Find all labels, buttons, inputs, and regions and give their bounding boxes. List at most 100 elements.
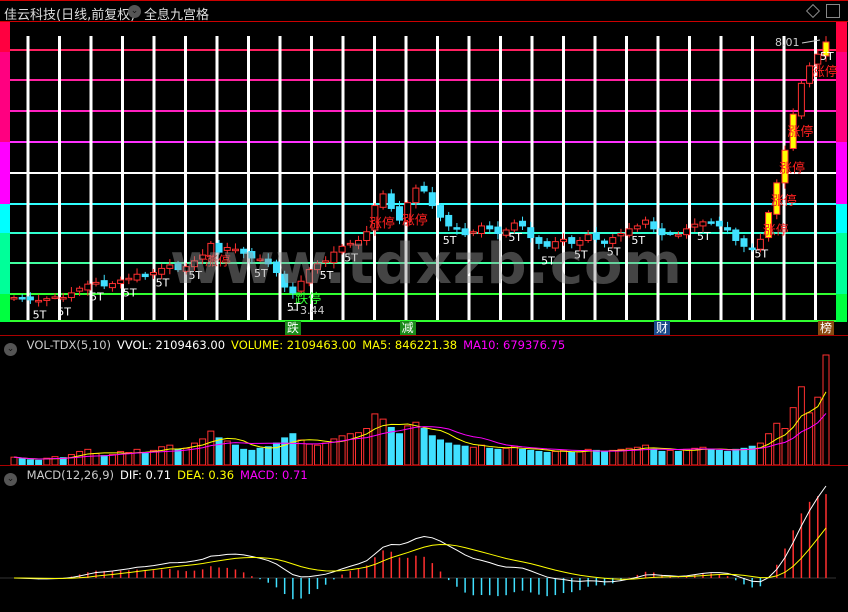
macd-indicator-name[interactable]: MACD(12,26,9) xyxy=(27,468,114,482)
candle xyxy=(560,238,568,243)
event-tag[interactable]: 榜 xyxy=(818,321,834,335)
candle xyxy=(43,298,51,301)
candle xyxy=(35,299,43,303)
candle-marker: 5T xyxy=(541,254,555,267)
candle xyxy=(445,214,453,227)
candle xyxy=(67,292,75,299)
volume-bar xyxy=(445,442,453,466)
candle xyxy=(174,262,182,271)
candle xyxy=(248,251,256,259)
volume-bar xyxy=(166,444,174,466)
candle xyxy=(281,273,289,288)
candle xyxy=(18,297,26,300)
candle-marker: 5T xyxy=(123,286,137,299)
candle-marker: 5T xyxy=(156,276,170,289)
volume-bar xyxy=(527,449,535,466)
volume-bar xyxy=(108,454,116,466)
volume-indicator-name[interactable]: VOL-TDX(5,10) xyxy=(27,338,111,352)
volume-bar xyxy=(732,448,740,466)
candle-marker: 涨停 xyxy=(369,216,395,232)
candle xyxy=(297,280,305,292)
candle xyxy=(363,231,371,241)
volume-bar xyxy=(469,446,477,466)
volume-bar xyxy=(543,451,551,466)
candle xyxy=(256,258,264,262)
dif-line xyxy=(13,485,827,583)
chart-canvas[interactable]: 5T 5T5T 5T5T5T 5T5T5T5T5T 5T5T 5T 5T5T 5T5T5T涨停… xyxy=(0,0,848,612)
candle xyxy=(478,225,486,234)
candle xyxy=(551,241,559,249)
left-zone-bar xyxy=(0,233,10,294)
event-tag[interactable]: 减 xyxy=(399,321,416,335)
volume-bar xyxy=(535,450,543,466)
candle xyxy=(437,205,445,218)
volume-bar xyxy=(740,447,748,466)
dea-line xyxy=(13,527,827,580)
candle xyxy=(674,234,682,237)
volume-bar xyxy=(494,448,502,466)
candle xyxy=(543,241,551,247)
candle xyxy=(240,248,248,254)
macd-panel-title: ⌄ MACD(12,26,9) DIF: 0.71 DEA: 0.36 MACD: 0… xyxy=(4,468,314,486)
left-zone-bar xyxy=(0,52,10,142)
left-zone-bar xyxy=(0,204,10,233)
candle xyxy=(272,261,280,273)
candle xyxy=(592,232,600,240)
candle xyxy=(535,237,543,244)
candle xyxy=(125,277,133,281)
volume-bar xyxy=(617,448,625,466)
candle xyxy=(59,297,67,300)
left-zone-bar xyxy=(0,294,10,322)
candle-marker: 5T xyxy=(33,308,47,321)
volume-bar xyxy=(551,450,559,466)
candle xyxy=(166,264,174,269)
volume-bar xyxy=(502,447,510,466)
volume-bar xyxy=(51,456,59,466)
dif-value: DIF: 0.71 xyxy=(120,468,172,482)
event-tag[interactable]: 跌 xyxy=(284,321,301,335)
candle xyxy=(231,248,239,252)
candle-marker: 5T xyxy=(697,230,711,243)
low-price-label: 3.44 xyxy=(300,304,325,317)
candle xyxy=(510,222,518,231)
candle-marker: 涨停 xyxy=(787,124,813,140)
candle-marker: 5T xyxy=(607,246,621,259)
event-tag[interactable]: 财 xyxy=(653,321,670,335)
volume-bar xyxy=(486,447,494,466)
candle-marker: 涨停 xyxy=(763,223,789,239)
volume-bar xyxy=(806,412,814,466)
ma10-value: MA10: 679376.75 xyxy=(463,338,566,352)
candle-marker: 涨停 xyxy=(812,64,838,80)
right-zone-bar xyxy=(836,233,847,294)
left-zone-bar xyxy=(0,142,10,204)
dropdown-icon[interactable]: ⌄ xyxy=(4,473,17,486)
volume-bar xyxy=(240,448,248,466)
candle-marker: 5T xyxy=(820,50,834,63)
volume-bar xyxy=(84,448,92,466)
candle xyxy=(149,271,157,276)
volume-bar xyxy=(453,444,461,466)
volume-bar xyxy=(199,438,207,466)
candle-marker: 5T xyxy=(574,248,588,261)
candle xyxy=(461,228,469,236)
candle xyxy=(601,240,609,244)
candle xyxy=(724,227,732,231)
candle xyxy=(117,279,125,285)
candle xyxy=(797,82,805,117)
volume-bar xyxy=(133,448,141,466)
volume-bar xyxy=(223,440,231,466)
volume-bar xyxy=(428,435,436,466)
candle xyxy=(699,221,707,227)
candle xyxy=(740,238,748,247)
candle xyxy=(354,239,362,246)
volume-bar xyxy=(305,443,313,466)
candle-marker: 涨停 xyxy=(771,193,797,209)
candle-marker: 5T xyxy=(57,306,71,319)
candle-marker: 涨停 xyxy=(779,160,805,176)
candle xyxy=(519,220,527,227)
candle-marker: 5T xyxy=(188,269,202,282)
dropdown-icon[interactable]: ⌄ xyxy=(4,343,17,356)
volume-bar xyxy=(272,442,280,466)
volume-bar xyxy=(412,421,420,466)
candle xyxy=(264,258,272,265)
